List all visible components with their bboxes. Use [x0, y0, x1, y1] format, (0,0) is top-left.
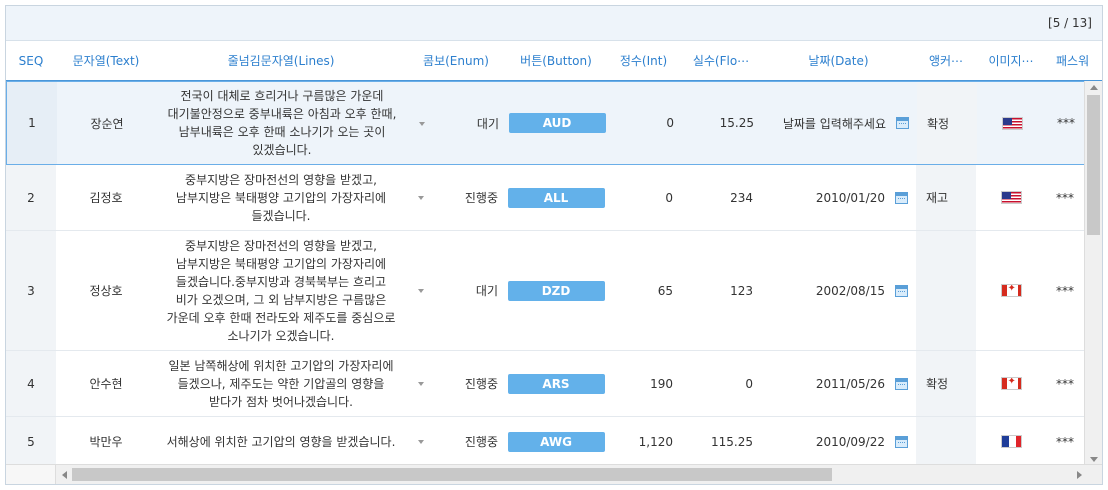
table-row[interactable]: 5 박만우 서해상에 위치한 고기압의 영향을 받겠습니다. 진행중 AWG 1… — [6, 417, 1086, 466]
anchor-cell[interactable]: 재고 — [916, 165, 976, 230]
scroll-left-icon[interactable] — [62, 471, 67, 479]
canada-flag-icon — [1000, 377, 1022, 390]
seq-cell: 2 — [6, 165, 56, 230]
calendar-icon[interactable] — [896, 117, 909, 129]
password-cell[interactable]: *** — [1047, 82, 1086, 164]
text-cell[interactable]: 장순연 — [57, 82, 157, 164]
text-cell[interactable]: 박만우 — [56, 417, 156, 466]
lines-cell[interactable]: 일본 남쪽해상에 위치한 고기압의 가장자리에 들겠으나, 제주도는 약한 기압… — [156, 357, 406, 411]
text-cell[interactable]: 김정호 — [56, 165, 156, 230]
seq-cell: 5 — [6, 417, 56, 466]
scroll-down-icon[interactable] — [1090, 457, 1098, 462]
lines-cell[interactable]: 전국이 대체로 흐리거나 구름많은 가운데 대기불안정으로 중부내륙은 아침과 … — [157, 87, 407, 159]
column-header-button[interactable]: 버튼(Button) — [506, 41, 606, 81]
lines-cell[interactable]: 서해상에 위치한 고기압의 영향을 받겠습니다. — [159, 433, 404, 451]
scroll-right-icon[interactable] — [1077, 471, 1082, 479]
vertical-scrollbar[interactable] — [1084, 81, 1102, 466]
column-header-lines[interactable]: 줄넘김문자열(Lines) — [156, 41, 406, 81]
password-cell[interactable]: *** — [1046, 351, 1086, 416]
table-row[interactable]: 4 안수현 일본 남쪽해상에 위치한 고기압의 가장자리에 들겠으나, 제주도는… — [6, 351, 1086, 417]
enum-cell[interactable]: 대기 — [406, 231, 506, 350]
column-header-float[interactable]: 실수(Flo⋯ — [681, 41, 761, 81]
seq-cell: 3 — [6, 231, 56, 350]
horizontal-scroll-thumb[interactable] — [72, 468, 832, 481]
column-header-password[interactable]: 패스워 — [1046, 41, 1102, 81]
pager-bar: [5 / 13] — [6, 6, 1102, 41]
lines-cell[interactable]: 중부지방은 장마전선의 영향을 받겠고, 남부지방은 북태평양 고기압의 가장자… — [156, 171, 406, 225]
enum-cell[interactable]: 대기 — [407, 82, 507, 164]
calendar-icon[interactable] — [895, 284, 908, 297]
us-flag-icon — [1000, 191, 1022, 204]
lines-cell[interactable]: 중부지방은 장마전선의 영향을 받겠고, 남부지방은 북태평양 고기압의 가장자… — [156, 237, 406, 345]
column-header-text[interactable]: 문자열(Text) — [56, 41, 156, 81]
password-cell[interactable]: *** — [1046, 231, 1086, 350]
password-cell[interactable]: *** — [1046, 417, 1086, 466]
anchor-cell[interactable] — [916, 231, 976, 350]
date-cell[interactable]: 2010/09/22 — [816, 435, 885, 449]
int-cell[interactable]: 0 — [607, 82, 682, 164]
grid-body: 1 장순연 전국이 대체로 흐리거나 구름많은 가운데 대기불안정으로 중부내륙… — [6, 81, 1086, 466]
column-header-date[interactable]: 날짜(Date) — [761, 41, 916, 81]
table-row[interactable]: 2 김정호 중부지방은 장마전선의 영향을 받겠고, 남부지방은 북태평양 고기… — [6, 165, 1086, 231]
int-cell[interactable]: 0 — [606, 165, 681, 230]
canada-flag-icon — [1000, 284, 1022, 297]
float-cell[interactable]: 15.25 — [682, 82, 762, 164]
currency-button[interactable]: ALL — [507, 187, 605, 208]
anchor-cell[interactable]: 확정 — [916, 351, 976, 416]
text-cell[interactable]: 안수현 — [56, 351, 156, 416]
int-cell[interactable]: 65 — [606, 231, 681, 350]
column-header-int[interactable]: 정수(Int) — [606, 41, 681, 81]
grid-header: SEQ 문자열(Text) 줄넘김문자열(Lines) 콤보(Enum) 버튼(… — [6, 41, 1102, 81]
int-cell[interactable]: 1,120 — [606, 417, 681, 466]
float-cell[interactable]: 234 — [681, 165, 761, 230]
date-cell[interactable]: 2010/01/20 — [816, 191, 885, 205]
currency-button[interactable]: AWG — [507, 431, 605, 452]
data-grid: [5 / 13] SEQ 문자열(Text) 줄넘김문자열(Lines) 콤보(… — [5, 5, 1103, 485]
date-cell[interactable]: 날짜를 입력해주세요 — [783, 115, 886, 132]
column-header-image[interactable]: 이미지⋯ — [976, 41, 1046, 81]
currency-button[interactable]: DZD — [507, 280, 605, 301]
enum-cell[interactable]: 진행중 — [406, 351, 506, 416]
float-cell[interactable]: 115.25 — [681, 417, 761, 466]
float-cell[interactable]: 123 — [681, 231, 761, 350]
int-cell[interactable]: 190 — [606, 351, 681, 416]
currency-button[interactable]: ARS — [507, 373, 605, 394]
column-header-seq[interactable]: SEQ — [6, 41, 56, 81]
column-header-anchor[interactable]: 앵커⋯ — [916, 41, 976, 81]
float-cell[interactable]: 0 — [681, 351, 761, 416]
password-cell[interactable]: *** — [1046, 165, 1086, 230]
calendar-icon[interactable] — [895, 435, 908, 448]
currency-button[interactable]: AUD — [508, 113, 606, 133]
table-row[interactable]: 3 정상호 중부지방은 장마전선의 영향을 받겠고, 남부지방은 북태평양 고기… — [6, 231, 1086, 351]
column-header-enum[interactable]: 콤보(Enum) — [406, 41, 506, 81]
anchor-cell[interactable] — [916, 417, 976, 466]
table-row[interactable]: 1 장순연 전국이 대체로 흐리거나 구름많은 가운데 대기불안정으로 중부내륙… — [6, 81, 1086, 165]
us-flag-icon — [1001, 116, 1023, 130]
calendar-icon[interactable] — [895, 191, 908, 204]
scroll-up-icon[interactable] — [1090, 85, 1098, 90]
enum-cell[interactable]: 진행중 — [406, 417, 506, 466]
page-indicator: [5 / 13] — [1048, 16, 1092, 30]
enum-cell[interactable]: 진행중 — [406, 165, 506, 230]
text-cell[interactable]: 정상호 — [56, 231, 156, 350]
vertical-scroll-thumb[interactable] — [1087, 95, 1100, 235]
seq-cell: 1 — [7, 82, 57, 164]
seq-cell: 4 — [6, 351, 56, 416]
date-cell[interactable]: 2002/08/15 — [816, 284, 885, 298]
scrollbar-frozen-area — [6, 465, 56, 484]
france-flag-icon — [1000, 435, 1022, 448]
anchor-cell[interactable]: 확정 — [917, 82, 977, 164]
calendar-icon[interactable] — [895, 377, 908, 390]
horizontal-scrollbar[interactable] — [6, 464, 1102, 484]
date-cell[interactable]: 2011/05/26 — [816, 377, 885, 391]
